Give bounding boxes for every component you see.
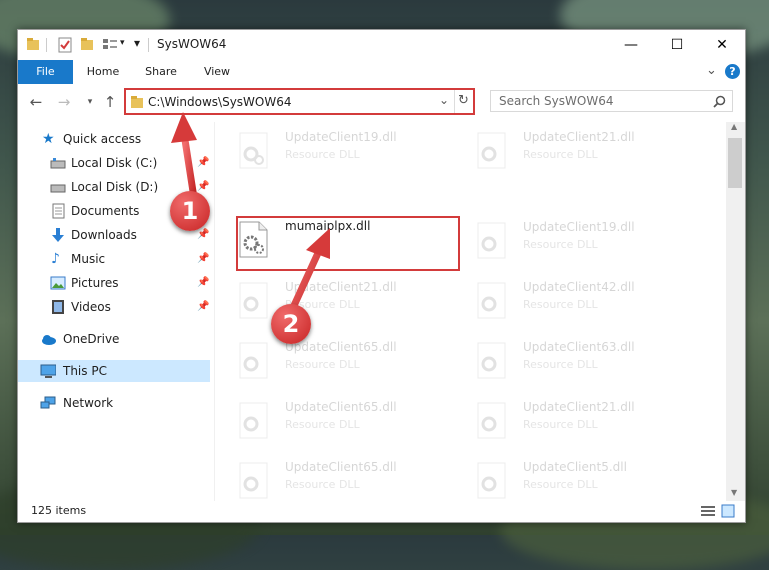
arrow-1 — [171, 112, 198, 202]
callout-2: 2 — [271, 304, 311, 344]
callout-1: 1 — [170, 191, 210, 231]
annotation-arrows — [171, 112, 330, 314]
arrow-2 — [288, 228, 330, 314]
